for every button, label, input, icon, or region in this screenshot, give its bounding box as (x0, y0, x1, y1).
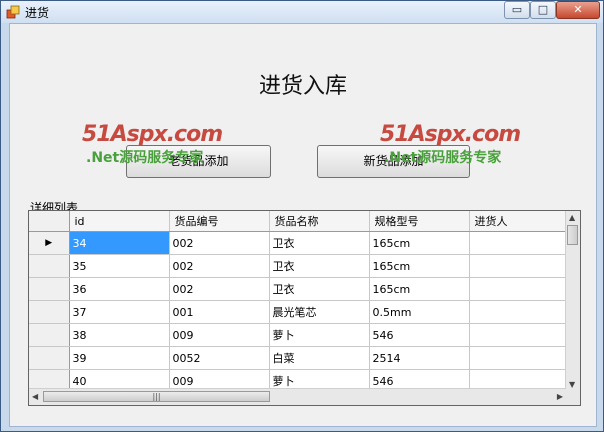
cell-id[interactable]: 37 (69, 300, 170, 324)
title-bar[interactable]: 进货 ▭ □ ✕ (1, 1, 603, 23)
vertical-scrollbar[interactable]: ▲ ▼ (565, 211, 580, 391)
form-client-area: 进货入库 老货品添加 新货品添加 51Aspx.com .Net源码服务专家 5… (9, 23, 597, 427)
cell-purchaser[interactable] (469, 277, 570, 301)
close-button[interactable]: ✕ (556, 1, 600, 19)
cell-id[interactable]: 34 (69, 231, 170, 255)
current-row-indicator-icon[interactable]: ▶ (29, 231, 70, 255)
column-header-goods-code[interactable]: 货品编号 (169, 211, 270, 232)
cell-id[interactable]: 36 (69, 277, 170, 301)
scroll-up-arrow-icon[interactable]: ▲ (569, 213, 575, 222)
cell-purchaser[interactable] (469, 254, 570, 278)
detail-data-grid[interactable]: id 货品编号 货品名称 规格型号 进货人 ▶ 34 002 卫衣 165cm (28, 210, 581, 406)
row-header[interactable] (29, 277, 70, 301)
cell-spec[interactable]: 165cm (369, 231, 470, 255)
cell-purchaser[interactable] (469, 346, 570, 370)
cell-purchaser[interactable] (469, 323, 570, 347)
table-row[interactable]: ▶ 34 002 卫衣 165cm (29, 231, 570, 255)
scroll-left-arrow-icon[interactable]: ◀ (32, 392, 38, 401)
watermark-domain: .com (464, 122, 521, 147)
column-header-id[interactable]: id (69, 211, 170, 232)
table-row[interactable]: 35 002 卫衣 165cm (29, 254, 570, 278)
scroll-down-arrow-icon[interactable]: ▼ (569, 380, 575, 389)
window-title: 进货 (25, 6, 50, 20)
table-row[interactable]: 38 009 萝卜 546 (29, 323, 570, 347)
row-header[interactable] (29, 254, 70, 278)
cell-spec[interactable]: 165cm (369, 277, 470, 301)
row-header[interactable] (29, 300, 70, 324)
table-row[interactable]: 36 002 卫衣 165cm (29, 277, 570, 301)
table-row[interactable]: 37 001 晨光笔芯 0.5mm (29, 300, 570, 324)
grid-header-row: id 货品编号 货品名称 规格型号 进货人 (29, 211, 570, 232)
watermark-domain: .com (166, 122, 223, 147)
cell-goods-name[interactable]: 卫衣 (269, 277, 370, 301)
column-header-goods-name[interactable]: 货品名称 (269, 211, 370, 232)
row-header[interactable] (29, 346, 70, 370)
maximize-button[interactable]: □ (530, 1, 556, 19)
row-header[interactable] (29, 323, 70, 347)
cell-goods-name[interactable]: 萝卜 (269, 323, 370, 347)
old-goods-add-button[interactable]: 老货品添加 (126, 145, 271, 178)
cell-goods-name[interactable]: 晨光笔芯 (269, 300, 370, 324)
cell-spec[interactable]: 165cm (369, 254, 470, 278)
cell-id[interactable]: 35 (69, 254, 170, 278)
cell-id[interactable]: 38 (69, 323, 170, 347)
scroll-right-arrow-icon[interactable]: ▶ (557, 392, 563, 401)
cell-goods-name[interactable]: 卫衣 (269, 254, 370, 278)
column-header-spec[interactable]: 规格型号 (369, 211, 470, 232)
grid-table: id 货品编号 货品名称 规格型号 进货人 ▶ 34 002 卫衣 165cm (29, 211, 570, 393)
cell-id[interactable]: 39 (69, 346, 170, 370)
cell-spec[interactable]: 546 (369, 323, 470, 347)
watermark-logo: 51Aspx (380, 122, 466, 147)
new-goods-add-button[interactable]: 新货品添加 (317, 145, 470, 178)
page-title: 进货入库 (258, 74, 347, 99)
horizontal-scroll-thumb[interactable]: ||| (43, 391, 270, 402)
cell-purchaser[interactable] (469, 300, 570, 324)
watermark-logo: 51Aspx (82, 122, 168, 147)
cell-goods-code[interactable]: 001 (169, 300, 270, 324)
scrollbar-corner (564, 389, 580, 405)
cell-goods-code[interactable]: 002 (169, 277, 270, 301)
cell-goods-code[interactable]: 002 (169, 231, 270, 255)
cell-spec[interactable]: 0.5mm (369, 300, 470, 324)
app-icon (6, 5, 20, 19)
table-row[interactable]: 39 0052 白菜 2514 (29, 346, 570, 370)
vertical-scroll-thumb[interactable] (567, 225, 578, 245)
column-header-purchaser[interactable]: 进货人 (469, 211, 570, 232)
cell-goods-name[interactable]: 白菜 (269, 346, 370, 370)
cell-goods-name[interactable]: 卫衣 (269, 231, 370, 255)
cell-spec[interactable]: 2514 (369, 346, 470, 370)
window: 进货 ▭ □ ✕ 进货入库 老货品添加 新货品添加 51Aspx.com .Ne… (0, 0, 604, 432)
row-header-corner (29, 211, 70, 232)
minimize-button[interactable]: ▭ (504, 1, 530, 19)
cell-goods-code[interactable]: 0052 (169, 346, 270, 370)
cell-goods-code[interactable]: 009 (169, 323, 270, 347)
cell-goods-code[interactable]: 002 (169, 254, 270, 278)
horizontal-scrollbar[interactable]: ◀ ||| ▶ (29, 388, 566, 405)
cell-purchaser[interactable] (469, 231, 570, 255)
